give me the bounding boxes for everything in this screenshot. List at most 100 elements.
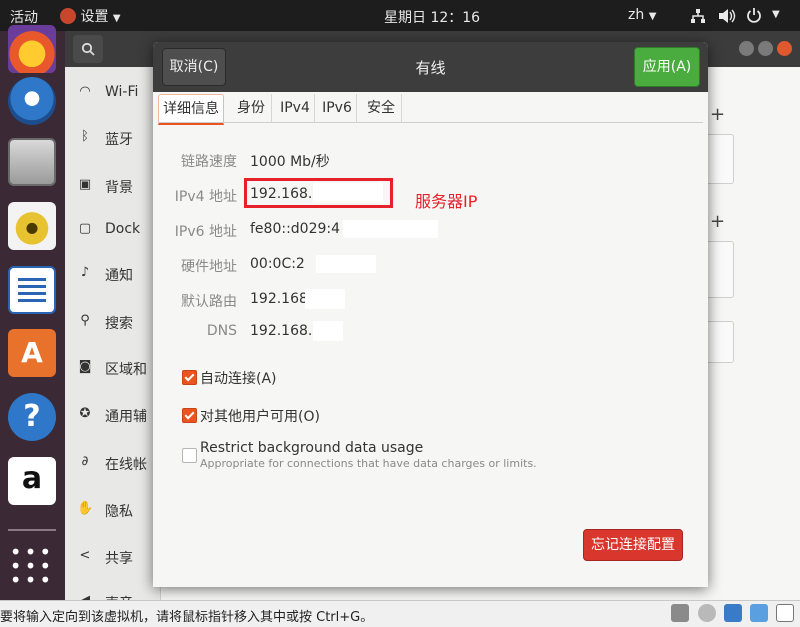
settings-sidebar: ◠ Wi-Fi ᛒ 蓝牙 ▣ 背景 ▢ Dock ♪ 通知 ⚲ 搜索 ◙ 区域和 ✪ 通用辅 ∂…	[65, 67, 161, 612]
restrict-background-description: Appropriate for connections that have da…	[200, 457, 537, 470]
app-menu-label: 设置	[80, 9, 109, 25]
thunderbird-icon[interactable]	[8, 77, 56, 125]
auto-connect-checkbox[interactable]	[182, 370, 197, 385]
bluetooth-icon: ᛒ	[81, 129, 89, 144]
sidebar-item-background[interactable]: ▣ 背景	[65, 171, 160, 201]
settings-app-icon	[60, 8, 76, 24]
sidebar-item-accessibility[interactable]: ✪ 通用辅	[65, 400, 160, 430]
apply-button[interactable]: 应用(A)	[634, 47, 700, 87]
dock: A ? a ••• ••• •••	[0, 25, 65, 600]
rhythmbox-icon[interactable]	[8, 202, 56, 250]
app-menu[interactable]: 设置 ▼	[60, 6, 121, 26]
background-panel	[705, 321, 734, 363]
status-message: 要将输入定向到该虚拟机，请将鼠标指针移入其中或按 Ctrl+G。	[0, 610, 374, 625]
sidebar-item-dock[interactable]: ▢ Dock	[65, 215, 160, 245]
auto-connect-label[interactable]: 自动连接(A)	[200, 368, 277, 388]
search-icon	[81, 42, 95, 56]
online-accounts-icon: ∂	[81, 454, 89, 469]
maximize-icon[interactable]	[758, 41, 773, 56]
default-route-row: 默认路由 192.168	[153, 291, 708, 311]
search-icon: ⚲	[80, 313, 90, 328]
tab-security[interactable]: 安全	[361, 94, 402, 122]
wifi-icon: ◠	[79, 84, 91, 99]
chevron-down-icon: ▼	[648, 11, 657, 22]
sidebar-item-label: Wi-Fi	[105, 84, 139, 100]
add-icon[interactable]: +	[710, 104, 725, 125]
chevron-down-icon: ▼	[112, 13, 121, 24]
restrict-background-checkbox[interactable]	[182, 448, 197, 463]
amazon-icon[interactable]: a	[8, 457, 56, 505]
dock-separator	[8, 529, 56, 531]
sidebar-item-label: 通知	[105, 268, 133, 284]
dns-value: 192.168.1	[250, 323, 322, 339]
clock[interactable]: 星期日 12：16	[384, 7, 480, 27]
sidebar-item-wifi[interactable]: ◠ Wi-Fi	[65, 78, 160, 108]
dialog-title: 有线	[415, 59, 446, 77]
close-icon[interactable]	[777, 41, 792, 56]
tab-ipv4[interactable]: IPv4	[276, 94, 315, 122]
ubuntu-software-icon[interactable]: A	[8, 329, 56, 377]
forget-connection-button[interactable]: 忘记连接配置	[583, 529, 683, 561]
background-icon: ▣	[78, 177, 92, 192]
input-method-label: zh	[628, 7, 645, 23]
tab-ipv6[interactable]: IPv6	[318, 94, 357, 122]
firefox-icon[interactable]	[8, 25, 56, 73]
window-controls	[735, 41, 792, 60]
message-log-icon[interactable]	[776, 604, 794, 622]
sidebar-item-privacy[interactable]: ✋ 隐私	[65, 495, 160, 525]
sidebar-item-notifications[interactable]: ♪ 通知	[65, 259, 160, 289]
network-wired-icon[interactable]	[690, 8, 706, 24]
sidebar-item-label: 通用辅	[105, 409, 147, 425]
sidebar-item-sharing[interactable]: < 共享	[65, 542, 160, 572]
sidebar-item-bluetooth[interactable]: ᛒ 蓝牙	[65, 123, 160, 153]
dns-row: DNS 192.168.1	[153, 323, 708, 343]
volume-icon[interactable]	[718, 8, 736, 24]
activities-button[interactable]: 活动	[10, 7, 38, 27]
chevron-down-icon[interactable]: ▼	[772, 9, 780, 20]
minimize-icon[interactable]	[739, 41, 754, 56]
help-icon[interactable]: ?	[8, 393, 56, 441]
redaction-mask	[305, 289, 345, 309]
all-users-label[interactable]: 对其他用户可用(O)	[200, 406, 320, 426]
sidebar-item-label: 蓝牙	[105, 132, 133, 148]
sidebar-item-search[interactable]: ⚲ 搜索	[65, 307, 160, 337]
share-icon: <	[79, 548, 91, 563]
tab-identity[interactable]: 身份	[231, 94, 272, 122]
ipv6-value: fe80::d029:4	[250, 221, 341, 237]
vm-status-bar: 要将输入定向到该虚拟机，请将鼠标指针移入其中或按 Ctrl+G。	[0, 600, 800, 627]
accessibility-icon: ✪	[79, 406, 91, 421]
sidebar-item-region[interactable]: ◙ 区域和	[65, 353, 160, 383]
search-button[interactable]	[73, 35, 103, 63]
power-icon[interactable]	[746, 7, 762, 23]
sidebar-item-label: 区域和	[105, 362, 147, 378]
background-panel	[705, 134, 734, 184]
audio-icon[interactable]	[749, 604, 768, 622]
dialog-header: 取消(C) 有线 应用(A)	[153, 42, 708, 92]
wired-connection-dialog: 取消(C) 有线 应用(A) 详细信息 身份 IPv4 IPv6 安全 链路速度…	[153, 42, 708, 587]
sidebar-item-online-accounts[interactable]: ∂ 在线帐	[65, 448, 160, 478]
ip-highlight-box	[244, 178, 393, 208]
restrict-background-label[interactable]: Restrict background data usage	[200, 440, 423, 456]
hardware-address-value: 00:0C:2	[250, 256, 305, 272]
sidebar-item-label: 在线帐	[105, 457, 147, 473]
files-icon[interactable]	[8, 138, 56, 186]
hardware-address-label: 硬件地址	[181, 259, 237, 275]
hard-disk-icon[interactable]	[671, 604, 690, 622]
redaction-mask	[316, 255, 376, 273]
tab-details[interactable]: 详细信息	[158, 94, 224, 125]
cd-drive-icon[interactable]	[697, 604, 716, 622]
sidebar-item-label: 隐私	[105, 504, 133, 520]
show-applications-icon[interactable]: ••• ••• •••	[8, 542, 56, 593]
network-adapter-icon[interactable]	[723, 604, 742, 622]
default-route-value: 192.168	[250, 291, 308, 307]
input-method-indicator[interactable]: zh ▼	[628, 7, 656, 23]
all-users-checkbox[interactable]	[182, 408, 197, 423]
top-bar: 活动 设置 ▼ 星期日 12：16 zh ▼ ▼	[0, 0, 800, 31]
sidebar-item-label: 共享	[105, 551, 133, 567]
dock-icon: ▢	[78, 221, 92, 236]
server-ip-annotation: 服务器IP	[415, 192, 478, 211]
hand-icon: ✋	[77, 501, 94, 516]
libreoffice-writer-icon[interactable]	[8, 266, 56, 314]
sidebar-item-label: 搜索	[105, 316, 133, 332]
add-icon[interactable]: +	[710, 211, 725, 232]
